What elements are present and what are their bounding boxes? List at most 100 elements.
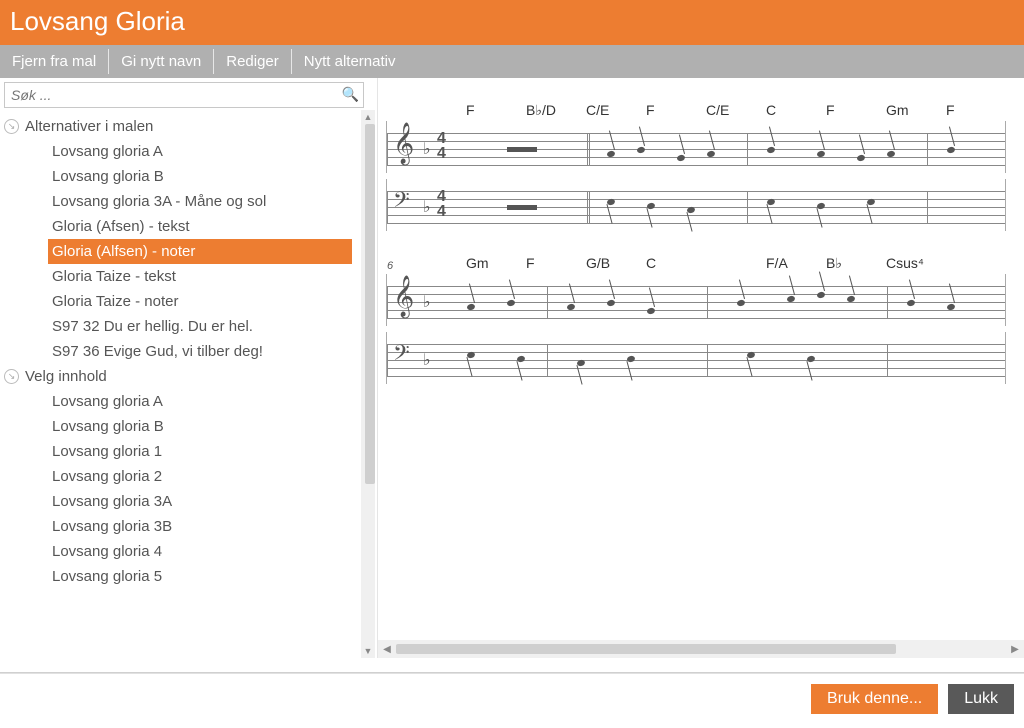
- bass-staff: 𝄢 ♭ 44: [386, 179, 1006, 231]
- scroll-up-icon[interactable]: ▲: [362, 110, 375, 124]
- list-item[interactable]: S97 32 Du er hellig. Du er hel.: [0, 314, 360, 339]
- double-barline: [587, 191, 590, 223]
- chevron-down-icon: ↘: [4, 369, 19, 384]
- scrollbar-track[interactable]: [396, 642, 1006, 656]
- note: [806, 355, 815, 363]
- barline: [927, 133, 928, 165]
- note: [746, 351, 755, 359]
- chord-label: Gm: [466, 255, 526, 272]
- chord-label: C: [646, 255, 706, 272]
- note: [506, 299, 515, 307]
- list-item[interactable]: Lovsang gloria 3B: [0, 514, 360, 539]
- chord-label: G/B: [586, 255, 646, 272]
- bass-clef-icon: 𝄢: [393, 189, 410, 215]
- note: [636, 146, 645, 154]
- note: [466, 351, 475, 359]
- music-system: F B♭/D C/E F C/E C F Gm F 𝄞 ♭ 44: [386, 102, 1006, 231]
- bass-clef-icon: 𝄢: [393, 342, 410, 368]
- list-item[interactable]: Lovsang gloria 1: [0, 439, 360, 464]
- note: [786, 295, 795, 303]
- search-input[interactable]: [4, 82, 364, 108]
- list-item[interactable]: Gloria Taize - noter: [0, 289, 360, 314]
- barline: [887, 286, 888, 318]
- group-header-choose-content[interactable]: ↘ Velg innhold: [0, 364, 360, 389]
- note: [606, 150, 615, 158]
- group-title: Alternativer i malen: [25, 118, 153, 135]
- list-item[interactable]: S97 36 Evige Gud, vi tilber deg!: [0, 339, 360, 364]
- list-item[interactable]: Lovsang gloria B: [0, 164, 360, 189]
- note: [816, 150, 825, 158]
- note: [736, 299, 745, 307]
- chord-label: [946, 255, 1006, 272]
- key-signature: ♭: [423, 350, 431, 370]
- note: [906, 299, 915, 307]
- divider: [0, 672, 1024, 674]
- barline: [747, 191, 748, 223]
- barline: [887, 344, 888, 376]
- list-item[interactable]: Lovsang gloria 3A - Måne og sol: [0, 189, 360, 214]
- list-item[interactable]: Gloria Taize - tekst: [0, 264, 360, 289]
- chevron-down-icon: ↘: [4, 119, 19, 134]
- group-header-template-alternatives[interactable]: ↘ Alternativer i malen: [0, 114, 360, 139]
- note: [646, 307, 655, 315]
- note: [576, 359, 585, 367]
- chord-label: F/A: [766, 255, 826, 272]
- list-item[interactable]: Lovsang gloria A: [0, 389, 360, 414]
- toolbar-new-alternative[interactable]: Nytt alternativ: [292, 49, 408, 74]
- chord-label: F: [946, 102, 1006, 119]
- key-signature: ♭: [423, 197, 431, 217]
- note: [606, 299, 615, 307]
- note: [516, 355, 525, 363]
- search-icon[interactable]: 🔍: [342, 86, 359, 103]
- list-item[interactable]: Lovsang gloria B: [0, 414, 360, 439]
- time-signature: 44: [437, 189, 446, 219]
- note: [766, 146, 775, 154]
- treble-clef-icon: 𝄞: [393, 278, 414, 314]
- sidebar: 🔍 ↘ Alternativer i malen Lovsang gloria …: [0, 78, 378, 658]
- list-item[interactable]: Lovsang gloria 4: [0, 539, 360, 564]
- list-item[interactable]: Gloria (Afsen) - tekst: [0, 214, 360, 239]
- note: [466, 303, 475, 311]
- scrollbar-thumb[interactable]: [396, 644, 896, 654]
- chord-label: F: [646, 102, 706, 119]
- list-item[interactable]: Lovsang gloria 5: [0, 564, 360, 589]
- note: [946, 303, 955, 311]
- scroll-right-icon[interactable]: ▶: [1006, 644, 1024, 655]
- note: [646, 202, 655, 210]
- list-item[interactable]: Lovsang gloria A: [0, 139, 360, 164]
- window-title: Lovsang Gloria: [0, 0, 1024, 45]
- toolbar-rename[interactable]: Gi nytt navn: [109, 49, 214, 74]
- use-this-button[interactable]: Bruk denne...: [811, 684, 938, 714]
- list-item[interactable]: Lovsang gloria 3A: [0, 489, 360, 514]
- alternatives-list[interactable]: ↘ Alternativer i malen Lovsang gloria A …: [0, 110, 360, 658]
- list-item[interactable]: Lovsang gloria 2: [0, 464, 360, 489]
- horizontal-scrollbar[interactable]: ◀ ▶: [378, 640, 1024, 658]
- scroll-down-icon[interactable]: ▼: [362, 644, 375, 658]
- multi-rest: [507, 205, 537, 210]
- list-item-selected[interactable]: Gloria (Alfsen) - noter: [48, 239, 352, 264]
- multi-rest: [507, 147, 537, 152]
- note: [566, 303, 575, 311]
- barline: [547, 286, 548, 318]
- toolbar-remove-from-template[interactable]: Fjern fra mal: [0, 49, 109, 74]
- note: [676, 154, 685, 162]
- toolbar-edit[interactable]: Rediger: [214, 49, 292, 74]
- chord-row: F B♭/D C/E F C/E C F Gm F: [386, 102, 1006, 119]
- barline: [547, 344, 548, 376]
- scrollbar-thumb[interactable]: [365, 124, 375, 484]
- chord-label: B♭/D: [526, 102, 586, 119]
- footer: Bruk denne... Lukk: [0, 684, 1024, 724]
- scroll-left-icon[interactable]: ◀: [378, 644, 396, 655]
- note: [846, 295, 855, 303]
- chord-label: Csus⁴: [886, 255, 946, 272]
- time-signature: 44: [437, 131, 446, 161]
- treble-clef-icon: 𝄞: [393, 125, 414, 161]
- chord-label: F: [526, 255, 586, 272]
- close-button[interactable]: Lukk: [948, 684, 1014, 714]
- chord-label: C/E: [706, 102, 766, 119]
- note: [816, 291, 825, 299]
- chord-label: Gm: [886, 102, 946, 119]
- barline: [707, 344, 708, 376]
- chord-label: [706, 255, 766, 272]
- treble-staff: 𝄞 ♭ 44: [386, 121, 1006, 173]
